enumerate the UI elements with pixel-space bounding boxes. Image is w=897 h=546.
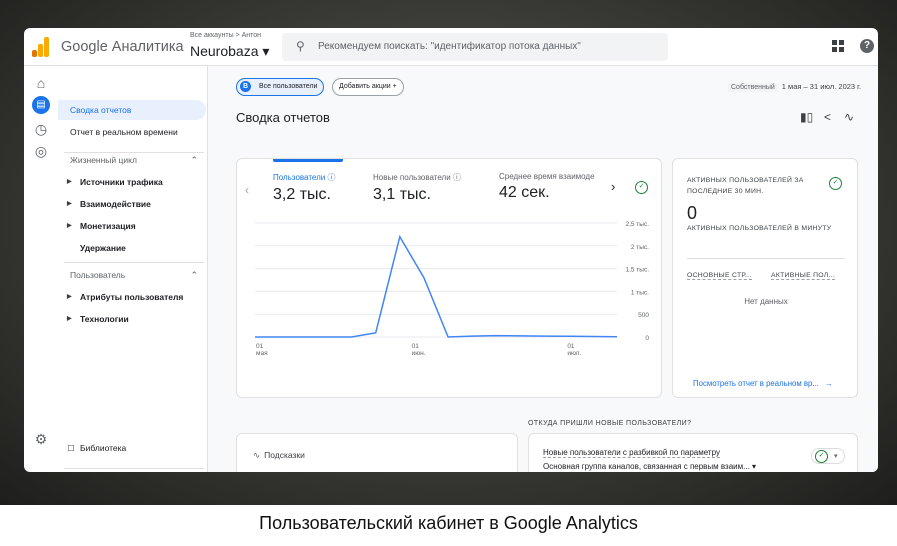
nav-tech[interactable]: ▶ Технологии (58, 309, 208, 329)
home-icon[interactable]: ⌂ (32, 74, 50, 92)
nav-divider (64, 468, 204, 469)
x-tick-label: 01 (567, 343, 575, 350)
y-tick-label: 2,5 тыс. (625, 221, 649, 228)
metrics-card: ‹ Пользователи ⓘ 3,2 тыс. Новые пользова… (236, 158, 662, 398)
search-placeholder: Рекомендуем поискать: "идентификатор пот… (318, 41, 581, 52)
nav-traffic-sources[interactable]: ▶ Источники трафика (58, 172, 208, 192)
next-arrow-icon[interactable]: › (611, 179, 615, 194)
sources-dimension-label[interactable]: Новые пользователи с разбивкой по параме… (543, 448, 720, 458)
x-tick-label: июн. (412, 350, 426, 357)
x-tick-label: 01 (412, 343, 420, 350)
segment-chip[interactable]: В Все пользователи (236, 78, 325, 96)
x-tick-label: июл. (567, 350, 581, 357)
expand-arrow-icon: ▶ (67, 316, 72, 322)
insights-icon: ∿ (253, 450, 261, 460)
y-tick-label: 500 (638, 312, 649, 319)
share-icon[interactable]: < (824, 110, 831, 124)
metric-tab-engagement-time[interactable]: Среднее время взаимоде 42 сек. (499, 172, 595, 202)
y-tick-label: 1 тыс. (631, 289, 649, 296)
nav-section-lifecycle[interactable]: Жизненный цикл ⌃ (58, 150, 208, 170)
main-content: В Все пользователи Добавить акции + Собст… (208, 66, 878, 472)
users-series-line (255, 234, 618, 338)
nav-library[interactable]: □ Библиотека (58, 438, 208, 458)
analytics-logo-icon (32, 37, 50, 57)
nav-retention[interactable]: Удержание (58, 238, 208, 258)
date-range-picker[interactable]: Собственный 1 мая – 31 июл. 2023 г. (728, 82, 861, 92)
top-bar: Google Аналитика Все аккаунты > Антон Ne… (24, 28, 878, 66)
chevron-up-icon: ⌃ (190, 155, 198, 165)
nav-monetization[interactable]: ▶ Монетизация (58, 216, 208, 236)
nav-engagement[interactable]: ▶ Взаимодействие (58, 194, 208, 214)
nav-realtime[interactable]: Отчет в реальном времени (58, 122, 208, 142)
search-icon: ⚲ (296, 39, 305, 53)
brand-name: Google Аналитика (61, 39, 184, 55)
no-data-text: Нет данных (744, 297, 788, 306)
metric-tab-new-users[interactable]: Новые пользователи ⓘ 3,1 тыс. (373, 172, 461, 204)
nav-section-user[interactable]: Пользователь ⌃ (58, 265, 208, 285)
expand-arrow-icon: ▶ (67, 223, 72, 229)
expand-arrow-icon: ▶ (67, 179, 72, 185)
explore-icon[interactable]: ◷ (32, 120, 50, 138)
add-comparison-button[interactable]: Добавить акции + (332, 78, 404, 96)
realtime-col-pages[interactable]: ОСНОВНЫЕ СТР... (687, 272, 752, 280)
realtime-count: 0 (687, 203, 698, 223)
y-tick-label: 0 (645, 335, 649, 342)
realtime-divider (687, 258, 845, 259)
y-tick-label: 1,5 тыс. (625, 267, 649, 274)
reports-icon[interactable]: ▤ (32, 96, 50, 114)
photo-stage: Google Аналитика Все аккаунты > Антон Ne… (0, 0, 897, 546)
realtime-col-active[interactable]: АКТИВНЫЕ ПОЛ... (771, 272, 836, 280)
x-tick-label: 01 (256, 343, 264, 350)
realtime-title: АКТИВНЫХ ПОЛЬЗОВАТЕЛЕЙ ЗА ПОСЛЕДНИЕ 30 М… (687, 177, 804, 195)
account-breadcrumb[interactable]: Все аккаунты > Антон (190, 32, 261, 39)
photo-caption: Пользовательский кабинет в Google Analyt… (0, 505, 897, 546)
settings-gear-icon[interactable]: ⚙ (32, 430, 50, 448)
y-tick-label: 2 тыс. (631, 244, 649, 251)
left-rail: ⌂ ▤ ◷ ◎ ⚙ (24, 66, 58, 472)
tips-card[interactable]: ∿ Подсказки (236, 433, 518, 472)
check-circle-icon[interactable]: ✓ (635, 181, 648, 194)
nav-divider (64, 262, 204, 263)
chevron-up-icon: ⌃ (190, 270, 198, 280)
sources-options-button[interactable]: ✓ ▾ (811, 448, 845, 464)
property-selector[interactable]: Neurobaza ▾ (190, 43, 269, 60)
sources-dimension-select[interactable]: Основная группа каналов, связанная с пер… (543, 462, 756, 471)
sources-card: Новые пользователи с разбивкой по параме… (528, 433, 858, 472)
prev-arrow-icon[interactable]: ‹ (245, 183, 249, 197)
reports-nav: Сводка отчетов Отчет в реальном времени … (58, 66, 208, 472)
insights-sparkle-icon[interactable]: ∿ (844, 110, 854, 124)
apps-grid-icon[interactable] (832, 40, 844, 52)
search-box[interactable]: ⚲ Рекомендуем поискать: "идентификатор п… (282, 33, 668, 61)
realtime-report-link[interactable]: Посмотреть отчет в реальном вр... → (693, 379, 833, 388)
realtime-subtitle: АКТИВНЫХ ПОЛЬЗОВАТЕЛЕЙ В МИНУТУ (687, 225, 832, 232)
users-line-chart: 05001 тыс.1,5 тыс.2 тыс.2,5 тыс.01мая01и… (255, 221, 649, 357)
metric-tab-users[interactable]: Пользователи ⓘ 3,2 тыс. (273, 172, 335, 204)
arrow-right-icon: → (824, 379, 833, 388)
nav-user-attributes[interactable]: ▶ Атрибуты пользователя (58, 287, 208, 307)
advertising-icon[interactable]: ◎ (32, 142, 50, 160)
ga-window: Google Аналитика Все аккаунты > Антон Ne… (24, 28, 878, 472)
check-circle-icon[interactable]: ✓ (829, 177, 842, 190)
page-title: Сводка отчетов (236, 110, 330, 125)
active-tab-indicator (273, 159, 343, 162)
nav-reports-snapshot[interactable]: Сводка отчетов (58, 100, 206, 120)
check-circle-icon: ✓ (815, 450, 828, 463)
dropdown-arrow-icon: ▾ (834, 453, 838, 460)
folder-icon: □ (68, 443, 75, 454)
segment-avatar: В (240, 81, 251, 92)
realtime-card: АКТИВНЫХ ПОЛЬЗОВАТЕЛЕЙ ЗА ПОСЛЕДНИЕ 30 М… (672, 158, 858, 398)
customize-columns-icon[interactable]: ▮▯ (800, 110, 813, 124)
expand-arrow-icon: ▶ (67, 201, 72, 207)
x-tick-label: мая (256, 350, 268, 357)
help-icon[interactable]: ? (860, 39, 874, 53)
sources-heading: ОТКУДА ПРИШЛИ НОВЫЕ ПОЛЬЗОВАТЕЛИ? (528, 420, 692, 427)
expand-arrow-icon: ▶ (67, 294, 72, 300)
